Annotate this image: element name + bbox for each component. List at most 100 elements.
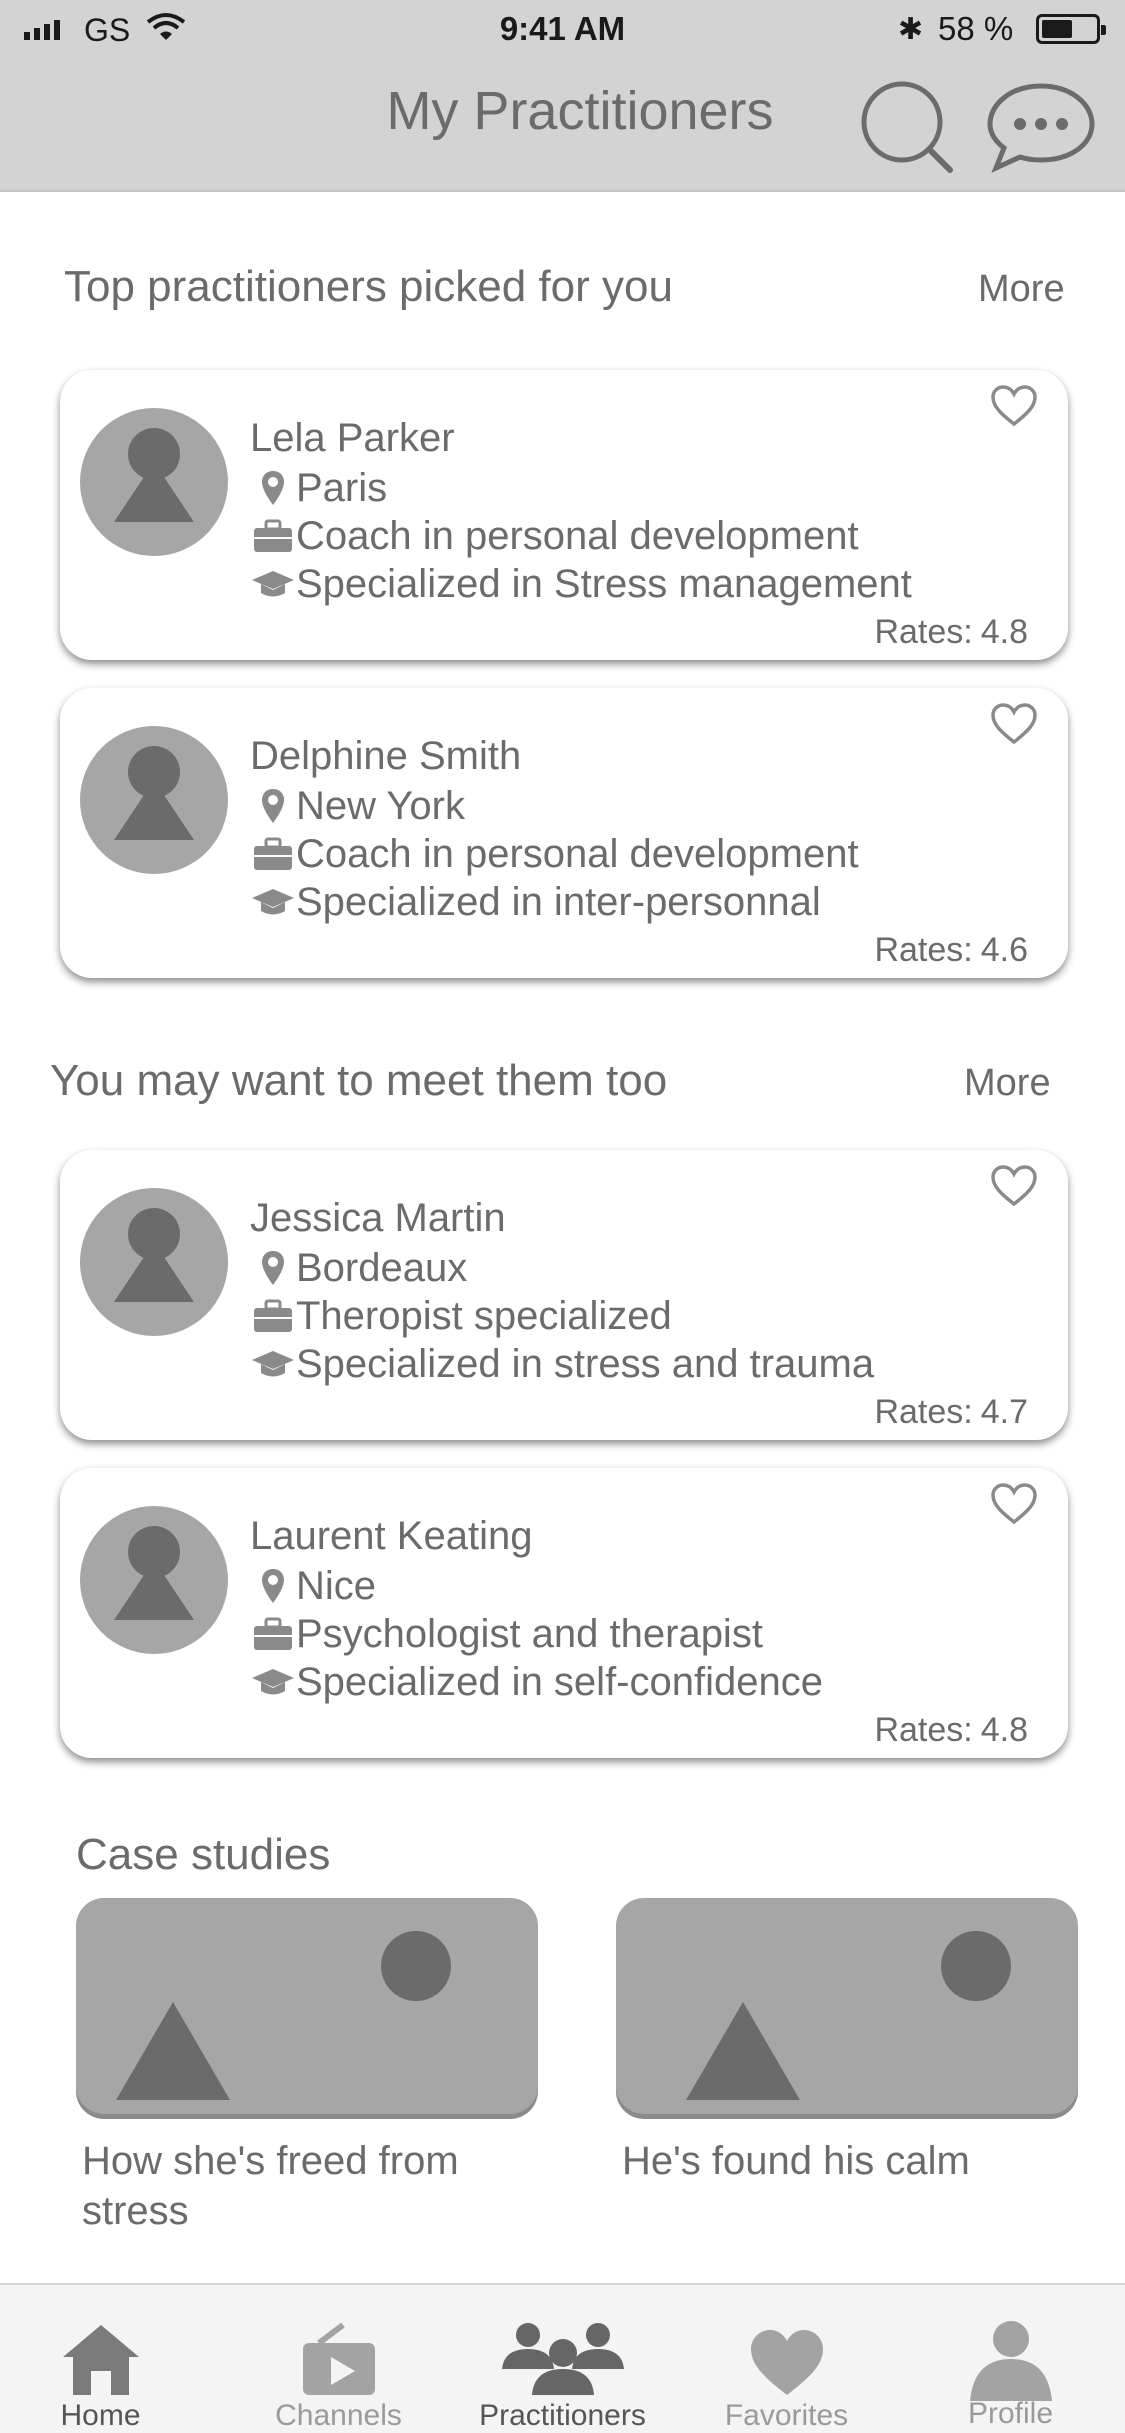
tab-label: Home bbox=[60, 2399, 141, 2432]
speciality-text: Specialized in self-confidence bbox=[296, 1659, 823, 1704]
rating: Rates: 4.6 bbox=[866, 931, 1028, 970]
location-row: Nice bbox=[250, 1562, 376, 1610]
more-link[interactable]: More bbox=[978, 268, 1065, 311]
speciality-row: Specialized in inter-personnal bbox=[250, 878, 821, 926]
practitioner-name: Delphine Smith bbox=[250, 734, 522, 778]
job-row: Coach in personal development bbox=[250, 830, 859, 878]
speciality-row: Specialized in Stress management bbox=[250, 560, 912, 608]
graduation-cap-icon bbox=[252, 1351, 294, 1377]
location-row: New York bbox=[250, 782, 465, 830]
tab-label: Channels bbox=[275, 2399, 402, 2432]
tab-practitioners[interactable]: Practitioners bbox=[450, 2285, 675, 2433]
more-link[interactable]: More bbox=[964, 1062, 1051, 1105]
briefcase-icon bbox=[254, 519, 292, 552]
rating-value: 4.6 bbox=[980, 931, 1028, 969]
chat-bubble-icon bbox=[987, 83, 1095, 173]
tab-label: Profile bbox=[967, 2397, 1054, 2430]
top-bar: GS 9:41 AM ✱ 58 % My Practitioners bbox=[0, 0, 1125, 192]
rating-value: 4.7 bbox=[980, 1393, 1028, 1431]
briefcase-icon bbox=[254, 1299, 292, 1332]
battery-icon bbox=[1036, 14, 1106, 44]
location-row: Bordeaux bbox=[250, 1244, 467, 1292]
location-pin-icon bbox=[262, 471, 284, 505]
tab-home[interactable]: Home bbox=[0, 2285, 213, 2433]
case-study-caption[interactable]: He's found his calm bbox=[622, 2136, 1092, 2186]
job-text: Coach in personal development bbox=[296, 831, 859, 876]
tab-profile[interactable]: Profile bbox=[898, 2285, 1123, 2433]
rating-value: 4.8 bbox=[980, 613, 1028, 651]
chat-button[interactable] bbox=[986, 78, 1095, 178]
rating: Rates: 4.7 bbox=[866, 1393, 1028, 1432]
job-row: Psychologist and therapist bbox=[250, 1610, 763, 1658]
practitioner-card[interactable]: Laurent Keating Nice Psychologist and th… bbox=[60, 1468, 1068, 1758]
tab-label: Practitioners bbox=[479, 2399, 646, 2432]
speciality-row: Specialized in self-confidence bbox=[250, 1658, 823, 1706]
profile-icon bbox=[969, 2321, 1052, 2401]
practitioner-card[interactable]: Lela Parker Paris Coach in personal deve… bbox=[60, 370, 1068, 660]
speciality-row: Specialized in stress and trauma bbox=[250, 1340, 874, 1388]
favorite-heart-icon[interactable] bbox=[990, 1164, 1038, 1208]
graduation-cap-icon bbox=[252, 1669, 294, 1695]
job-text: Theropist specialized bbox=[296, 1293, 672, 1338]
tab-favorites[interactable]: Favorites bbox=[674, 2285, 899, 2433]
rating-label: Rates: bbox=[874, 613, 973, 651]
job-row: Coach in personal development bbox=[250, 512, 859, 560]
avatar bbox=[80, 408, 228, 556]
favorite-heart-icon[interactable] bbox=[990, 702, 1038, 746]
bluetooth-icon: ✱ bbox=[898, 13, 924, 46]
speciality-text: Specialized in stress and trauma bbox=[296, 1341, 875, 1386]
rating-label: Rates: bbox=[874, 1711, 973, 1749]
search-button[interactable] bbox=[858, 78, 958, 178]
avatar bbox=[80, 1188, 228, 1336]
location-row: Paris bbox=[250, 464, 387, 512]
practitioners-icon bbox=[501, 2323, 624, 2395]
location-pin-icon bbox=[262, 1251, 284, 1285]
heart-icon bbox=[750, 2330, 823, 2395]
job-text: Coach in personal development bbox=[296, 513, 859, 558]
avatar bbox=[80, 726, 228, 874]
avatar bbox=[80, 1506, 228, 1654]
practitioner-name: Laurent Keating bbox=[250, 1514, 533, 1558]
search-icon bbox=[861, 81, 953, 173]
rating: Rates: 4.8 bbox=[866, 1711, 1028, 1750]
practitioner-name: Lela Parker bbox=[250, 416, 455, 460]
status-bar: GS 9:41 AM ✱ 58 % bbox=[0, 0, 1125, 60]
location-pin-icon bbox=[262, 789, 284, 823]
meet-them-header: You may want to meet them too More bbox=[0, 1056, 1125, 1116]
section-title: You may want to meet them too bbox=[50, 1056, 668, 1105]
rating-value: 4.8 bbox=[980, 1711, 1028, 1749]
section-title: Top practitioners picked for you bbox=[64, 262, 673, 311]
job-row: Theropist specialized bbox=[250, 1292, 672, 1340]
case-studies-title: Case studies bbox=[76, 1830, 331, 1879]
person-placeholder-icon bbox=[114, 1526, 194, 1620]
person-placeholder-icon bbox=[114, 428, 194, 522]
briefcase-icon bbox=[254, 837, 292, 870]
favorite-heart-icon[interactable] bbox=[990, 384, 1038, 428]
channels-icon bbox=[302, 2322, 375, 2395]
favorite-heart-icon[interactable] bbox=[990, 1482, 1038, 1526]
image-placeholder-icon bbox=[686, 1931, 1011, 2100]
location-text: Bordeaux bbox=[296, 1245, 468, 1290]
tab-channels[interactable]: Channels bbox=[226, 2285, 451, 2433]
location-text: Nice bbox=[296, 1563, 377, 1608]
practitioner-card[interactable]: Jessica Martin Bordeaux Theropist specia… bbox=[60, 1150, 1068, 1440]
graduation-cap-icon bbox=[252, 571, 294, 597]
person-placeholder-icon bbox=[114, 746, 194, 840]
home-icon bbox=[62, 2325, 139, 2395]
briefcase-icon bbox=[254, 1617, 292, 1650]
job-text: Psychologist and therapist bbox=[296, 1611, 763, 1656]
top-practitioners-header: Top practitioners picked for you More bbox=[0, 262, 1125, 322]
practitioner-name: Jessica Martin bbox=[250, 1196, 506, 1240]
location-text: Paris bbox=[296, 465, 388, 510]
battery-percent: 58 % bbox=[938, 10, 1014, 47]
image-placeholder-icon bbox=[116, 1931, 451, 2100]
person-placeholder-icon bbox=[114, 1208, 194, 1302]
graduation-cap-icon bbox=[252, 889, 294, 915]
case-study-caption[interactable]: How she's freed from stress bbox=[82, 2136, 542, 2236]
practitioner-card[interactable]: Delphine Smith New York Coach in persona… bbox=[60, 688, 1068, 978]
location-text: New York bbox=[296, 783, 465, 828]
case-study-thumbnail[interactable] bbox=[616, 1898, 1078, 2114]
case-study-thumbnail[interactable] bbox=[76, 1898, 538, 2114]
rating-label: Rates: bbox=[874, 931, 973, 969]
location-pin-icon bbox=[262, 1569, 284, 1603]
